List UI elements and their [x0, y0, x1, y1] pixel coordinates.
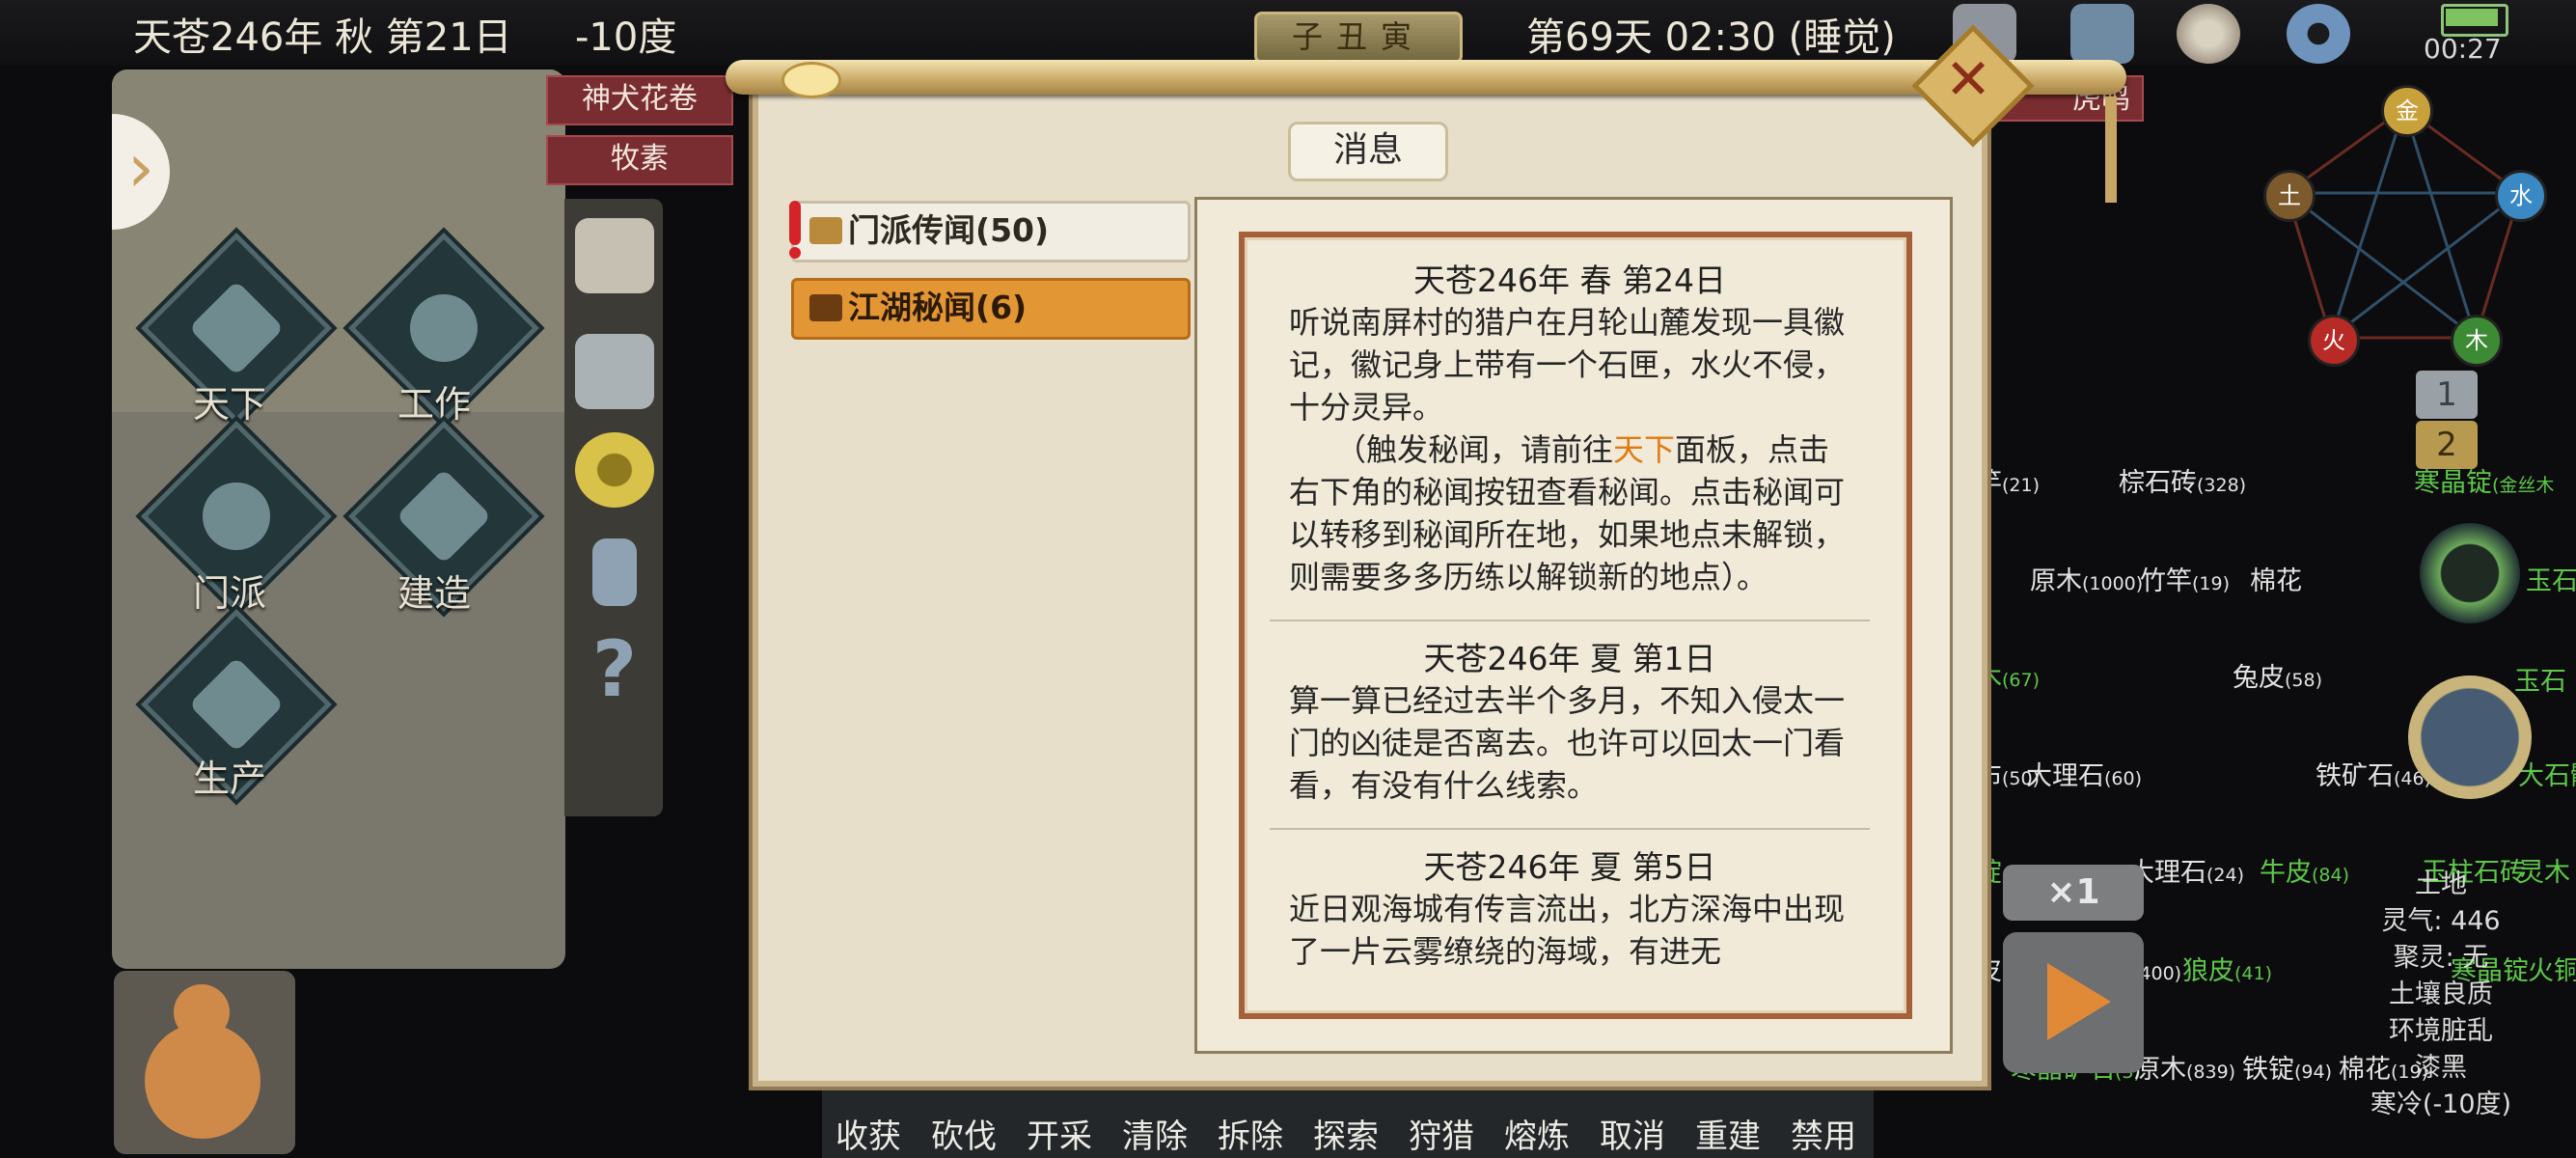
speed-button[interactable]: ×1 — [2003, 865, 2144, 921]
message-entry: 天苍246年 春 第24日 听说南屏村的猎户在月轮山麓发现一具徽记，徽记身上带有… — [1250, 255, 1889, 598]
coin-icon[interactable] — [575, 432, 654, 508]
tab-jianghu-secrets[interactable]: 江湖秘闻(6) — [791, 278, 1191, 340]
action-button[interactable]: 拆除 — [1218, 1110, 1283, 1157]
tab-sect-rumors[interactable]: 门派传闻(50) — [791, 201, 1191, 262]
return-icon[interactable] — [2408, 676, 2532, 799]
resource-label[interactable]: 棉花 — [2250, 560, 2302, 597]
tile-info-line: 寒冷(-10度) — [2370, 1089, 2512, 1119]
message-entry: 天苍246年 夏 第5日 近日观海城有传言流出，北方深海中出现了一片云雾缭绕的海… — [1250, 841, 1889, 973]
book-stack-icon[interactable] — [575, 334, 654, 409]
resource-label[interactable]: 火铜锭 — [2528, 950, 2576, 987]
resource-label[interactable]: 大理石(60) — [2026, 755, 2142, 792]
wood-element-icon: 木 — [2451, 315, 2503, 367]
tile-info-line: 土壤良质 — [2389, 979, 2493, 1009]
tile-info-line: 聚灵: 无 — [2393, 943, 2489, 973]
menu-work-label: 工作 — [397, 383, 472, 426]
fire-element-icon: 火 — [2308, 315, 2360, 367]
fist-icon[interactable] — [575, 218, 654, 293]
page-2-button[interactable]: 2 — [2416, 421, 2478, 469]
sect-rumor-icon — [809, 217, 842, 244]
play-icon — [2047, 963, 2111, 1040]
action-button[interactable]: 清除 — [1122, 1110, 1188, 1157]
entry-text: 算一算已经过去半个多月，不知入侵太一门的凶徒是否离去。也许可以回太一门看看，有没… — [1289, 682, 1846, 804]
system-clock: 00:27 — [2424, 33, 2502, 65]
menu-build-label: 建造 — [397, 572, 472, 615]
resource-label[interactable]: 竹竿(19) — [2140, 560, 2230, 597]
dialog-title: 消息 — [1288, 122, 1448, 181]
resource-label[interactable]: 玉石 — [2526, 560, 2576, 597]
game-date: 天苍246年 秋 第21日 — [133, 15, 512, 60]
zodiac-hours: 子丑寅 — [1254, 12, 1463, 64]
page-1-button[interactable]: 1 — [2416, 371, 2478, 419]
resource-label[interactable]: 原木(1000) — [2030, 560, 2143, 597]
action-button[interactable]: 狩猎 — [1409, 1110, 1474, 1157]
resource-label[interactable]: 铁锭(94) — [2242, 1048, 2332, 1086]
secret-icon — [809, 294, 842, 321]
tile-info-line: 土地 — [2415, 869, 2467, 899]
character-tag[interactable]: 神犬花卷 — [546, 75, 733, 125]
resource-label[interactable]: 棕石砖(328) — [2119, 461, 2246, 499]
resource-label[interactable]: 玉石 — [2514, 660, 2566, 698]
action-button[interactable]: 禁用 — [1791, 1110, 1856, 1157]
tile-info-line: 环境脏乱 — [2389, 1016, 2493, 1046]
spirit-swirl-icon[interactable] — [2420, 523, 2520, 623]
message-entry: 天苍246年 夏 第1日 算一算已经过去半个多月，不知入侵太一门的凶徒是否离去。… — [1250, 633, 1889, 807]
play-button[interactable] — [2003, 932, 2144, 1073]
menu-produce-label: 生产 — [193, 758, 267, 800]
resource-label[interactable]: 狼皮(41) — [2182, 950, 2272, 987]
earth-element-icon: 土 — [2263, 170, 2316, 222]
palette-icon[interactable] — [2177, 4, 2240, 64]
entry-date: 天苍246年 春 第24日 — [1413, 262, 1726, 299]
alert-badge — [789, 247, 801, 259]
tassel — [2105, 96, 2117, 203]
action-button[interactable]: 开采 — [1027, 1110, 1092, 1157]
resource-label[interactable]: 原木(839) — [2134, 1048, 2235, 1086]
resource-label[interactable]: 大理石(24) — [2128, 851, 2244, 889]
entry-text: （触发秘闻，请前往天下面板，点击右下角的秘闻按钮查看秘闻。点击秘闻可以转移到秘闻… — [1289, 431, 1846, 595]
water-element-icon: 水 — [2495, 170, 2547, 222]
resource-label[interactable]: 兔皮(58) — [2233, 656, 2322, 694]
tile-info-line: 漆黑 — [2415, 1053, 2467, 1083]
rod-knob — [781, 62, 841, 98]
tile-info-line: 灵气: 446 — [2381, 906, 2501, 936]
menu-world-label: 天下 — [193, 383, 267, 426]
entry-date: 天苍246年 夏 第1日 — [1423, 640, 1716, 677]
battery-level — [2446, 9, 2498, 26]
resource-label[interactable]: 牛皮(84) — [2260, 851, 2349, 889]
action-button[interactable]: 熔炼 — [1504, 1110, 1570, 1157]
world-link[interactable]: 天下 — [1613, 431, 1675, 468]
scroll-icon[interactable] — [592, 538, 637, 606]
entry-divider — [1270, 620, 1870, 621]
gear-icon[interactable] — [2287, 4, 2350, 64]
temperature: -10度 — [575, 15, 677, 60]
entry-text: 近日观海城有传言流出，北方深海中出现了一片云雾缭绕的海域，有进无 — [1289, 891, 1846, 970]
menu-sect-label: 门派 — [193, 572, 267, 615]
action-button[interactable]: 收获 — [836, 1110, 901, 1157]
day-time: 第69天 02:30 (睡觉) — [1526, 15, 1896, 60]
gold-element-icon: 金 — [2381, 85, 2433, 137]
entry-text: 听说南屏村的猎户在月轮山麓发现一具徽记，徽记身上带有一个石匣，水火不侵，十分灵异… — [1289, 304, 1846, 426]
close-icon[interactable]: ✕ — [1939, 50, 1997, 108]
gourd-icon — [145, 1023, 260, 1139]
entry-divider — [1270, 828, 1870, 830]
bird-icon[interactable] — [2070, 4, 2134, 64]
action-button[interactable]: 砍伐 — [931, 1110, 997, 1157]
action-button[interactable]: 重建 — [1695, 1110, 1761, 1157]
help-icon[interactable]: ? — [585, 631, 644, 712]
action-button[interactable]: 探索 — [1313, 1110, 1379, 1157]
entry-date: 天苍246年 夏 第5日 — [1423, 848, 1716, 886]
action-button[interactable]: 取消 — [1600, 1110, 1665, 1157]
character-tag[interactable]: 牧素 — [546, 135, 733, 185]
alert-badge — [789, 201, 801, 245]
message-list[interactable]: 天苍246年 春 第24日 听说南屏村的猎户在月轮山麓发现一具徽记，徽记身上带有… — [1250, 243, 1889, 996]
